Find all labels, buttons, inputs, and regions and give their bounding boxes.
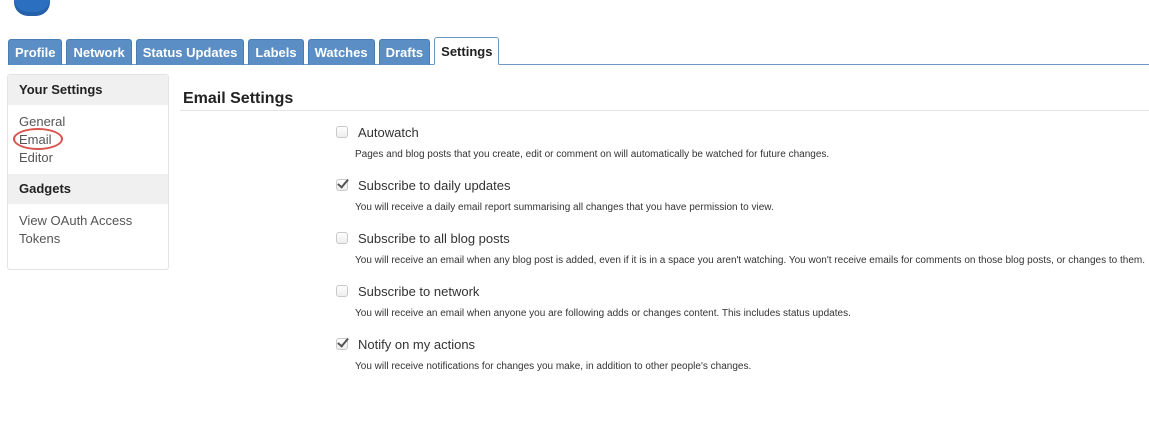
profile-tabs: Profile Network Status Updates Labels Wa…: [8, 37, 503, 65]
settings-sidebar: Your Settings General Email Editor Gadge…: [7, 74, 169, 270]
notify-my-actions-checkbox[interactable]: [336, 338, 348, 350]
option-description: You will receive a daily email report su…: [355, 202, 774, 213]
tab-profile[interactable]: Profile: [8, 39, 63, 65]
network-checkbox[interactable]: [336, 285, 348, 297]
page-title: Email Settings: [183, 90, 294, 107]
tab-labels[interactable]: Labels: [248, 39, 304, 65]
option-daily-updates: Subscribe to daily updates You will rece…: [336, 175, 1148, 216]
avatar[interactable]: [14, 0, 50, 16]
title-divider: [180, 110, 1149, 111]
option-notify-my-actions: Notify on my actions You will receive no…: [336, 334, 1148, 375]
tab-drafts[interactable]: Drafts: [378, 39, 431, 65]
option-network: Subscribe to network You will receive an…: [336, 281, 1148, 322]
tab-status-updates[interactable]: Status Updates: [135, 39, 245, 65]
option-label[interactable]: Autowatch: [358, 125, 419, 140]
option-label[interactable]: Subscribe to all blog posts: [358, 231, 510, 246]
email-options-list: Autowatch Pages and blog posts that you …: [336, 122, 1148, 387]
option-description: You will receive an email when anyone yo…: [355, 308, 851, 319]
daily-updates-checkbox[interactable]: [336, 179, 348, 191]
sidebar-item-editor[interactable]: Editor: [19, 149, 157, 167]
sidebar-heading-gadgets: Gadgets: [8, 174, 168, 204]
sidebar-heading-your-settings: Your Settings: [8, 75, 168, 105]
option-autowatch: Autowatch Pages and blog posts that you …: [336, 122, 1148, 163]
option-label[interactable]: Subscribe to network: [358, 284, 479, 299]
option-description: Pages and blog posts that you create, ed…: [355, 149, 830, 160]
autowatch-checkbox[interactable]: [336, 126, 348, 138]
option-description: You will receive notifications for chang…: [355, 361, 752, 372]
sidebar-group-your-settings: General Email Editor: [8, 105, 168, 174]
settings-page: Profile Network Status Updates Labels Wa…: [0, 0, 1149, 431]
sidebar-group-gadgets: View OAuth Access Tokens: [8, 204, 168, 255]
option-description: You will receive an email when any blog …: [355, 255, 1146, 266]
option-all-blog-posts: Subscribe to all blog posts You will rec…: [336, 228, 1148, 269]
sidebar-item-email[interactable]: Email: [13, 128, 157, 150]
tab-settings[interactable]: Settings: [434, 37, 500, 65]
option-label[interactable]: Subscribe to daily updates: [358, 178, 510, 193]
option-label[interactable]: Notify on my actions: [358, 337, 475, 352]
sidebar-item-oauth-tokens[interactable]: View OAuth Access Tokens: [19, 212, 149, 248]
tab-watches[interactable]: Watches: [307, 39, 375, 65]
tab-network[interactable]: Network: [66, 39, 132, 65]
all-blog-posts-checkbox[interactable]: [336, 232, 348, 244]
